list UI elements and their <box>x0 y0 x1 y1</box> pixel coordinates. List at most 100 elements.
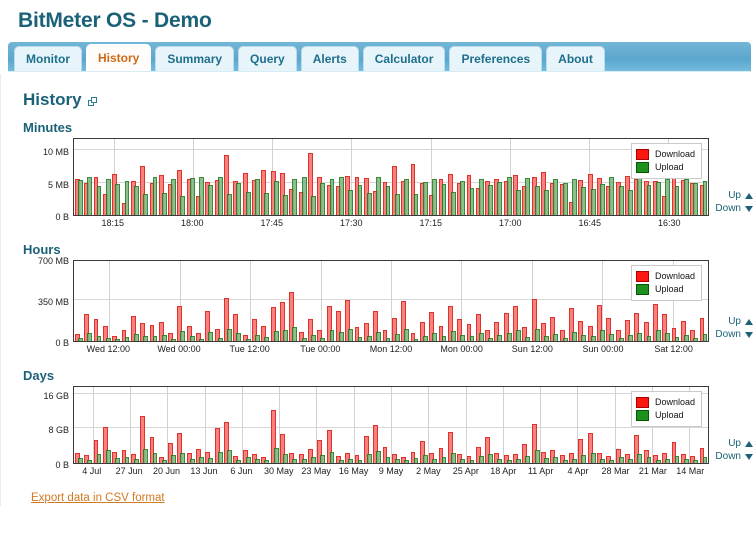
x-tick-label: 20 Jun <box>153 466 181 476</box>
scroll-down-button[interactable]: Down <box>715 328 753 341</box>
bar-upload <box>77 458 83 463</box>
triangle-down-icon[interactable] <box>745 331 753 338</box>
bar-upload <box>143 335 149 341</box>
tab-alerts[interactable]: Alerts <box>300 46 359 71</box>
bar-upload <box>618 337 624 341</box>
tab-preferences[interactable]: Preferences <box>449 46 543 71</box>
bar-upload <box>77 179 83 215</box>
bar-upload <box>441 456 447 463</box>
bar-upload <box>655 181 661 215</box>
bar-upload <box>208 332 214 341</box>
bar-upload <box>674 336 680 341</box>
x-tick-label: 18:00 <box>180 218 204 228</box>
bar-upload <box>264 336 270 341</box>
tab-summary[interactable]: Summary <box>155 46 235 71</box>
triangle-up-icon[interactable] <box>745 318 753 325</box>
triangle-down-icon[interactable] <box>745 453 753 460</box>
x-tick-label: Mon 00:00 <box>440 344 483 354</box>
bar-upload <box>628 334 633 341</box>
app-window: BitMeter OS - Demo Monitor History Summary… <box>0 0 755 541</box>
triangle-up-icon[interactable] <box>745 192 753 199</box>
bar-upload <box>525 177 531 215</box>
x-tick-label: Wed 00:00 <box>157 344 201 354</box>
bar-upload <box>432 332 438 341</box>
tab-calculator[interactable]: Calculator <box>362 46 446 71</box>
plot-area-days: Download Upload 4 Jul 27 Jun 20 Jun 13 Jun 6 J… <box>73 386 709 480</box>
bar-upload <box>404 460 410 463</box>
upload-color-swatch <box>635 284 649 295</box>
download-color-swatch <box>635 271 649 282</box>
chart-legend: Download Upload <box>630 143 702 179</box>
scroll-up-button[interactable]: Up <box>715 437 753 450</box>
scroll-up-button[interactable]: Up <box>715 315 753 328</box>
scroll-down-button[interactable]: Down <box>715 450 753 463</box>
bar-upload <box>217 337 223 341</box>
scroll-down-button[interactable]: Down <box>715 202 753 215</box>
x-tick-label: 18:15 <box>101 218 125 228</box>
bar-upload <box>301 177 307 215</box>
bar-upload <box>236 332 242 341</box>
y-axis-minutes: 0 B 5 MB 10 MB <box>23 138 73 222</box>
plot-canvas[interactable]: Download Upload <box>73 386 709 464</box>
bar-upload <box>432 458 438 463</box>
bar-upload <box>161 335 167 341</box>
tab-history[interactable]: History <box>86 44 152 71</box>
scroll-controls-minutes: Up Down <box>709 138 755 232</box>
bar-upload <box>152 177 158 215</box>
plot-canvas[interactable]: Download Upload <box>73 138 709 216</box>
popout-window-icon[interactable] <box>87 97 98 107</box>
x-axis-hours: Wed 12:00 Wed 00:00 Tue 12:00 Tue 00:00 Mon … <box>73 342 709 358</box>
x-axis-days: 4 Jul 27 Jun 20 Jun 13 Jun 6 Jun 30 May 23 May… <box>73 464 709 480</box>
bar-upload <box>180 331 186 341</box>
bar-upload <box>572 331 577 341</box>
bar-upload <box>189 458 195 463</box>
scroll-controls-inner: Up Down <box>715 315 753 341</box>
tab-query[interactable]: Query <box>238 46 297 71</box>
bar-upload <box>413 194 419 215</box>
bar-upload <box>357 185 363 215</box>
export-csv-link[interactable]: Export data in CSV format <box>31 492 165 504</box>
bar-upload <box>366 335 372 341</box>
bar-upload <box>637 453 643 463</box>
bar-upload <box>404 329 410 341</box>
bar-upload <box>646 457 652 463</box>
plot-canvas[interactable]: Download Upload <box>73 260 709 342</box>
bar-upload <box>376 332 382 341</box>
bar-upload <box>655 329 661 341</box>
bar-upload <box>553 333 559 341</box>
x-axis-minutes: 18:15 18:00 17:45 17:30 17:15 17:00 16:45 16:30 <box>73 216 709 232</box>
bar-upload <box>404 179 410 215</box>
bar-upload <box>255 334 260 341</box>
triangle-down-icon[interactable] <box>745 205 753 212</box>
bar-upload <box>600 330 605 341</box>
bar-upload <box>674 186 680 215</box>
tab-about[interactable]: About <box>546 46 605 71</box>
bar-upload <box>618 186 624 215</box>
bar-upload <box>124 336 130 341</box>
scroll-up-button[interactable]: Up <box>715 189 753 202</box>
bar-upload <box>581 454 587 463</box>
bar-upload <box>478 333 484 341</box>
bar-upload <box>115 339 121 341</box>
bar-upload <box>143 448 149 463</box>
bar-upload <box>311 456 316 463</box>
triangle-up-icon[interactable] <box>745 440 753 447</box>
bar-upload <box>553 457 559 463</box>
x-tick-label: 28 Mar <box>601 466 630 476</box>
bar-upload <box>366 192 372 215</box>
x-tick-label: Sun 00:00 <box>582 344 624 354</box>
legend-label: Download <box>654 149 695 159</box>
bar-upload <box>255 178 260 215</box>
x-tick-label: 13 Jun <box>190 466 218 476</box>
bar-upload <box>283 453 288 463</box>
bar-upload <box>590 453 596 463</box>
bar-upload <box>422 181 428 215</box>
x-tick-label: 17:00 <box>498 218 522 228</box>
bar-upload <box>320 183 326 215</box>
download-color-swatch <box>635 397 649 408</box>
bar-upload <box>702 456 708 463</box>
tab-monitor[interactable]: Monitor <box>14 46 82 71</box>
bar-upload <box>133 333 139 341</box>
legend-item-download: Download <box>635 271 695 282</box>
bar-upload <box>311 334 316 341</box>
